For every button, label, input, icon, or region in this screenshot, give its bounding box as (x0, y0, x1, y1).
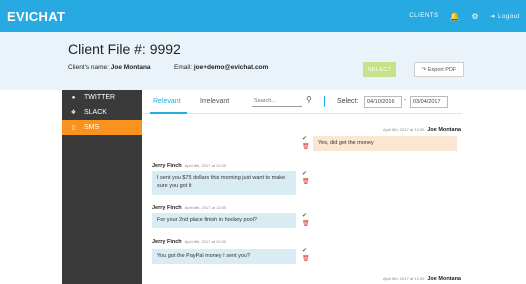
approve-icon[interactable]: ✔ (302, 136, 307, 142)
client-name-line: Client's name: Joe Montana (68, 64, 151, 71)
export-pdf-button[interactable]: ↷ Export PDF (414, 62, 464, 77)
message-bubble: For your 2nd place finish in hockey pool… (152, 213, 296, 228)
delete-icon[interactable]: 🗑 (302, 179, 310, 185)
search-icon[interactable]: ⚲ (306, 95, 312, 104)
conversation-panel: Relevant Irrelevant ⚲ Select: - April 8t… (142, 90, 462, 284)
message-meta: April 8th, 2017 at 12:00 Joe Montana (380, 127, 461, 133)
gear-icon[interactable]: ⚙ (471, 12, 479, 21)
channel-sidebar: ● TWITTER ❖ SLACK ▯ SMS (62, 90, 142, 284)
search-input[interactable] (252, 96, 302, 107)
client-header: Client File #: 9992 Client's name: Joe M… (0, 32, 526, 90)
slack-icon: ❖ (70, 110, 77, 116)
sidebar-item-label: SLACK (84, 109, 107, 116)
tab-relevant[interactable]: Relevant (153, 98, 181, 105)
export-icon: ↷ (421, 66, 427, 73)
approve-icon[interactable]: ✔ (302, 248, 307, 254)
logout-icon: ➜ (490, 13, 496, 20)
message-bubble: You got the PayPal money I sent you? (152, 249, 296, 264)
twitter-icon: ● (71, 94, 76, 101)
bell-icon[interactable]: 🔔 (450, 12, 461, 21)
message-time: April 8th, 2017 at 12:00 (184, 239, 227, 244)
toolbar-divider (324, 96, 325, 107)
message-time: April 8th, 2017 at 12:00 (184, 163, 227, 168)
message-bubble: Yes, did get the money (313, 136, 457, 151)
nav-clients-link[interactable]: CLIENTS (409, 13, 439, 19)
delete-icon[interactable]: 🗑 (302, 256, 310, 262)
sms-icon: ▯ (71, 125, 76, 131)
client-email-line: Email: joe+demo@evichat.com (174, 64, 268, 71)
client-name-value: Joe Montana (110, 64, 151, 71)
message-sender: Jerry Finch (152, 205, 182, 211)
message-bubble: I sent you $75 dollars this morning just… (152, 171, 296, 195)
sidebar-item-label: SMS (84, 124, 100, 131)
top-navbar: EVICHAT CLIENTS 🔔 ⚙ ➜ Logout (0, 0, 526, 32)
date-separator: - (404, 97, 406, 103)
message-sender: Joe Montana (427, 276, 461, 282)
email-label: Email: (174, 64, 193, 71)
page-title: Client File #: 9992 (68, 41, 181, 57)
sidebar-item-sms[interactable]: ▯ SMS (62, 120, 142, 135)
sidebar-item-slack[interactable]: ❖ SLACK (62, 105, 142, 120)
top-nav: CLIENTS 🔔 ⚙ ➜ Logout (409, 0, 520, 32)
logout-link[interactable]: ➜ Logout (490, 13, 520, 20)
approve-icon[interactable]: ✔ (302, 171, 307, 177)
tab-irrelevant[interactable]: Irrelevant (200, 98, 229, 105)
active-tab-indicator (150, 112, 187, 114)
client-name-label: Client's name: (68, 64, 109, 71)
select-button[interactable]: SELECT (363, 62, 396, 77)
date-select-label: Select: (337, 98, 359, 105)
message-meta: Jerry Finch April 8th, 2017 at 12:00 (152, 239, 229, 245)
email-value: joe+demo@evichat.com (193, 64, 269, 71)
delete-icon[interactable]: 🗑 (302, 144, 310, 150)
message-time: April 8th, 2017 at 12:00 (383, 127, 425, 132)
message-time: April 8th, 2017 at 12:00 (383, 276, 425, 281)
message-time: April 8th, 2017 at 12:00 (184, 205, 227, 210)
brand-logo[interactable]: EVICHAT (7, 9, 65, 24)
date-to-input[interactable] (410, 96, 448, 108)
message-meta: Jerry Finch April 8th, 2017 at 12:00 (152, 205, 229, 211)
message-sender: Jerry Finch (152, 163, 182, 169)
filter-toolbar: Relevant Irrelevant ⚲ Select: - (142, 90, 462, 114)
message-sender: Joe Montana (427, 127, 461, 133)
approve-icon[interactable]: ✔ (302, 213, 307, 219)
message-meta: April 8th, 2017 at 12:00 Joe Montana (380, 276, 461, 282)
message-meta: Jerry Finch April 8th, 2017 at 12:00 (152, 163, 229, 169)
delete-icon[interactable]: 🗑 (302, 221, 310, 227)
message-sender: Jerry Finch (152, 239, 182, 245)
sidebar-item-twitter[interactable]: ● TWITTER (62, 90, 142, 105)
date-from-input[interactable] (364, 96, 402, 108)
sidebar-item-label: TWITTER (84, 94, 116, 101)
